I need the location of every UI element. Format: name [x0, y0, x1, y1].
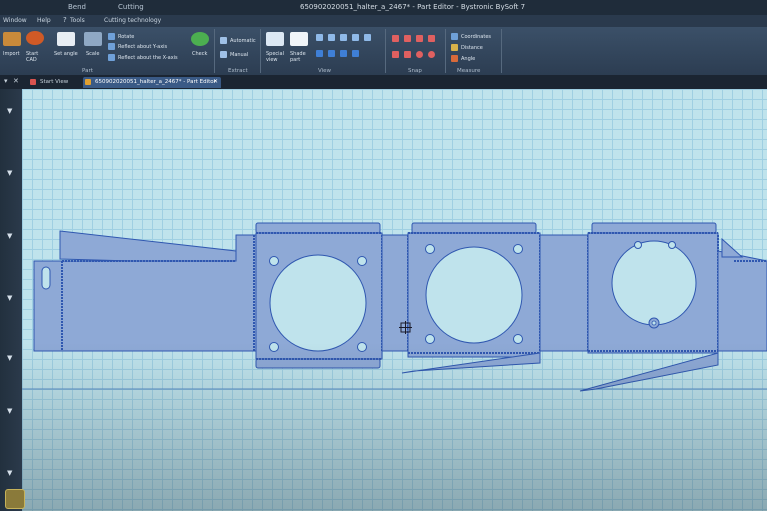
left-gutter: ▼ ▼ ▼ ▼ ▼ ▼ ▼ [0, 89, 22, 511]
group-label-extract: Extract [228, 68, 248, 74]
reflect-x-button[interactable]: Reflect about the X-axis [118, 55, 178, 61]
gutter-arrow-icon[interactable]: ▼ [7, 169, 12, 177]
help-question-icon[interactable]: ? [63, 16, 67, 24]
menu-window[interactable]: Window [3, 17, 27, 24]
snap-endpoint-icon[interactable] [416, 35, 423, 42]
gutter-arrow-icon[interactable]: ▼ [7, 354, 12, 362]
menu-bend[interactable]: Bend [68, 3, 86, 11]
start-cad-button[interactable]: Start CAD [26, 51, 44, 63]
view-iso-3-icon[interactable] [340, 50, 347, 57]
view-back-icon[interactable] [328, 34, 335, 41]
group-label-part: Part [82, 68, 93, 74]
document-tab-bar: ▾ ✕ Start View 650902020051_halter_a_246… [0, 75, 767, 89]
automatic-icon[interactable] [220, 37, 227, 44]
coordinates-icon[interactable] [451, 33, 458, 40]
tab-close-all-icon[interactable]: ✕ [13, 77, 19, 85]
angle-icon[interactable] [451, 55, 458, 62]
rotate-button[interactable]: Rotate [118, 34, 134, 40]
snap-center-icon[interactable] [428, 51, 435, 58]
automatic-button[interactable]: Automatic [230, 38, 256, 44]
snap-rectangle-icon[interactable] [404, 51, 411, 58]
group-label-view: View [318, 68, 332, 74]
manual-button[interactable]: Manual [230, 52, 248, 58]
view-right-icon[interactable] [352, 34, 359, 41]
gutter-arrow-icon[interactable]: ▼ [7, 107, 12, 115]
view-iso-4-icon[interactable] [352, 50, 359, 57]
bysoft-window: Bend Cutting 650902020051_halter_a_2467*… [0, 0, 767, 511]
snap-circle-icon[interactable] [416, 51, 423, 58]
special-view-icon[interactable] [266, 32, 284, 46]
snap-line-icon[interactable] [404, 35, 411, 42]
menu-bar: Window Help ? Tools Cutting technology [0, 15, 767, 27]
bysoft-logo-icon [5, 489, 25, 509]
snap-midpoint-icon[interactable] [428, 35, 435, 42]
tab-part-editor-label: 650902020051_halter_a_2467* - Part Edito… [95, 79, 216, 85]
ribbon-separator [445, 29, 446, 73]
part-editor-canvas[interactable] [22, 89, 767, 511]
scale-button[interactable]: Scale [86, 51, 99, 57]
view-front-icon[interactable] [316, 34, 323, 41]
distance-button[interactable]: Distance [461, 45, 483, 51]
tab-start-view[interactable]: Start View [28, 77, 78, 88]
view-top-icon[interactable] [364, 34, 371, 41]
view-iso-2-icon[interactable] [328, 50, 335, 57]
shade-part-button[interactable]: Shade part [290, 51, 308, 63]
gutter-arrow-icon[interactable]: ▼ [7, 232, 12, 240]
start-view-icon [30, 79, 36, 85]
angle-button[interactable]: Angle [461, 56, 475, 62]
scale-icon[interactable] [84, 32, 102, 46]
snap-point-icon[interactable] [392, 35, 399, 42]
manual-icon[interactable] [220, 51, 227, 58]
canvas-shading [22, 89, 767, 511]
menu-help[interactable]: Help [37, 17, 51, 24]
reflect-x-icon[interactable] [108, 54, 115, 61]
title-bar: Bend Cutting 650902020051_halter_a_2467*… [0, 0, 767, 15]
gutter-arrow-icon[interactable]: ▼ [7, 469, 12, 477]
tab-part-editor[interactable]: 650902020051_halter_a_2467* - Part Edito… [83, 77, 221, 88]
gutter-arrow-icon[interactable]: ▼ [7, 294, 12, 302]
view-left-icon[interactable] [340, 34, 347, 41]
menu-tools[interactable]: Tools [70, 17, 85, 24]
view-iso-1-icon[interactable] [316, 50, 323, 57]
tab-close-icon[interactable]: ✕ [213, 78, 218, 85]
ribbon-separator [385, 29, 386, 73]
menu-cutting[interactable]: Cutting [118, 3, 144, 11]
tab-start-view-label: Start View [40, 79, 69, 85]
import-button[interactable]: Import [3, 51, 20, 57]
group-label-measure: Measure [457, 68, 481, 74]
set-angle-button[interactable]: Set angle [54, 51, 78, 57]
ribbon-separator [260, 29, 261, 73]
special-view-button[interactable]: Special view [266, 51, 284, 63]
check-button[interactable]: Check [192, 51, 207, 57]
reflect-y-button[interactable]: Reflect about Y-axis [118, 44, 167, 50]
start-cad-icon[interactable] [26, 31, 44, 45]
part-editor-icon [85, 79, 91, 85]
window-title: 650902020051_halter_a_2467* - Part Edito… [300, 3, 526, 11]
ribbon-separator [501, 29, 502, 73]
rotate-icon[interactable] [108, 33, 115, 40]
tab-pin-icon[interactable]: ▾ [4, 77, 8, 85]
shade-part-icon[interactable] [290, 32, 308, 46]
coordinates-button[interactable]: Coordinates [461, 34, 491, 40]
set-angle-icon[interactable] [57, 32, 75, 46]
menu-cutting-technology[interactable]: Cutting technology [104, 17, 161, 24]
group-label-snap: Snap [408, 68, 422, 74]
ribbon: Import Start CAD Set angle Scale Rotate … [0, 27, 767, 76]
snap-perpendicular-icon[interactable] [392, 51, 399, 58]
reflect-y-icon[interactable] [108, 43, 115, 50]
distance-icon[interactable] [451, 44, 458, 51]
check-icon[interactable] [191, 32, 209, 46]
import-icon[interactable] [3, 32, 21, 46]
gutter-arrow-icon[interactable]: ▼ [7, 407, 12, 415]
ribbon-separator [214, 29, 215, 73]
